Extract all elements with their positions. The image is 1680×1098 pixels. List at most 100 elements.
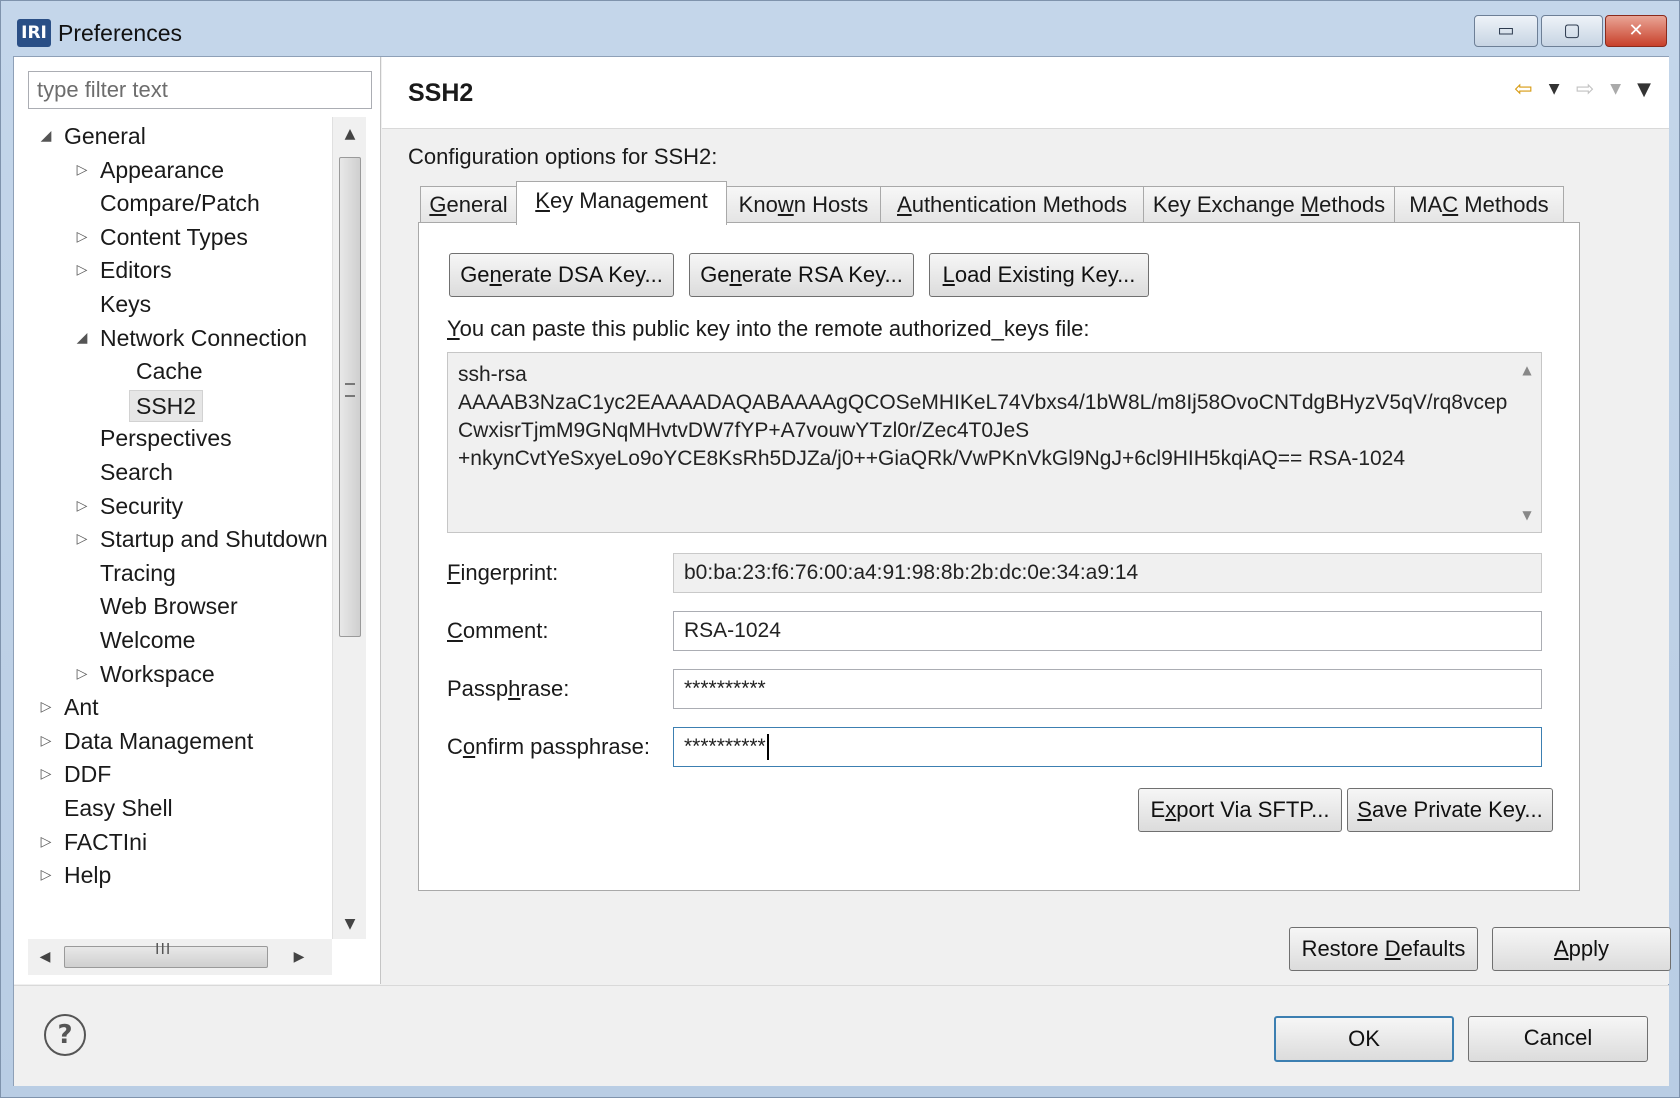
tree-item[interactable]: Compare/Patch: [28, 186, 342, 220]
tree-collapsed-icon[interactable]: ▷: [72, 522, 92, 556]
tree-item-label: Ant: [64, 694, 99, 721]
tree-item[interactable]: ▷ Editors: [28, 253, 342, 287]
tree-item[interactable]: ▷ Ant: [28, 690, 342, 724]
tree-item-label: Content Types: [100, 223, 248, 250]
forward-history-dropdown-icon[interactable]: ▼: [1610, 81, 1621, 97]
tree-item[interactable]: ▷ Content Types: [28, 220, 342, 254]
preference-page: SSH2 ⇦ ▼ ⇨ ▼ ▼ Configuration options for…: [382, 57, 1671, 984]
scroll-up-icon[interactable]: ▲: [1513, 363, 1541, 377]
tree-collapsed-icon[interactable]: ▷: [72, 657, 92, 691]
help-icon[interactable]: ?: [44, 1014, 86, 1056]
tree-item-label: Tracing: [100, 559, 176, 586]
public-key-label: You can paste this public key into the r…: [447, 316, 1090, 341]
tree-item[interactable]: ◢ General: [28, 119, 342, 153]
tree-vertical-scrollbar[interactable]: ▲ ▼: [332, 117, 366, 939]
dialog-client-area: ◢ General ▷ Appearance Compare/Patch ▷ Content…: [13, 56, 1671, 1086]
confirm-passphrase-value: **********: [684, 735, 766, 758]
window-title: Preferences: [58, 20, 183, 46]
tree-item[interactable]: Keys: [28, 287, 342, 321]
tree-horizontal-scroll-thumb[interactable]: III: [64, 941, 268, 968]
tree-collapsed-icon[interactable]: ▷: [36, 690, 56, 724]
tree-item[interactable]: Perspectives: [28, 421, 342, 455]
tree-item[interactable]: ▷ Appearance: [28, 153, 342, 187]
tree-horizontal-scrollbar[interactable]: ◀ III ▶: [28, 939, 332, 975]
tree-item[interactable]: ▷ Help: [28, 858, 342, 892]
tree-collapsed-icon[interactable]: ▷: [72, 253, 92, 287]
title-bar[interactable]: IRI Preferences ▭ ▢ ✕: [1, 1, 1680, 63]
forward-arrow-icon[interactable]: ⇨: [1576, 77, 1594, 102]
tree-item-label: Data Management: [64, 727, 254, 754]
tree-vertical-scroll-thumb[interactable]: [339, 157, 361, 637]
tree-item[interactable]: Cache: [28, 354, 342, 388]
apply-button[interactable]: Apply: [1492, 927, 1671, 971]
tab-general[interactable]: General: [420, 186, 517, 223]
tree-expanded-icon[interactable]: ◢: [72, 321, 92, 355]
tree-item-label: Perspectives: [100, 425, 232, 452]
ok-button[interactable]: OK: [1274, 1016, 1454, 1062]
app-logo-icon: IRI: [17, 19, 51, 47]
tree-item[interactable]: ▷ Startup and Shutdown: [28, 522, 342, 556]
tab-key-exchange-methods[interactable]: Key Exchange Methods: [1143, 186, 1395, 223]
scroll-down-icon[interactable]: ▼: [333, 909, 367, 939]
tree-item-label: Compare/Patch: [100, 190, 260, 217]
tree-collapsed-icon[interactable]: ▷: [72, 489, 92, 523]
tree-collapsed-icon[interactable]: ▷: [36, 825, 56, 859]
tree-collapsed-icon[interactable]: ▷: [72, 153, 92, 187]
tree-collapsed-icon[interactable]: ▷: [36, 724, 56, 758]
tree-item[interactable]: Welcome: [28, 623, 342, 657]
maximize-button[interactable]: ▢: [1541, 15, 1603, 47]
tree-item-label: Workspace: [100, 660, 215, 687]
generate-dsa-key-button[interactable]: Generate DSA Key...: [449, 253, 674, 297]
tree-item[interactable]: ▷ Workspace: [28, 657, 342, 691]
scroll-up-icon[interactable]: ▲: [333, 119, 367, 149]
back-arrow-icon[interactable]: ⇦: [1514, 77, 1532, 102]
generate-rsa-key-button[interactable]: Generate RSA Key...: [689, 253, 914, 297]
tree-item[interactable]: Search: [28, 455, 342, 489]
tree-collapsed-icon[interactable]: ▷: [72, 220, 92, 254]
tree-item[interactable]: Tracing: [28, 556, 342, 590]
view-menu-icon[interactable]: ▼: [1637, 79, 1651, 100]
tree-item[interactable]: ◢ Network Connection: [28, 321, 342, 355]
scroll-left-icon[interactable]: ◀: [30, 939, 60, 975]
tab-mac-methods[interactable]: MAC Methods: [1394, 186, 1564, 223]
tree-collapsed-icon[interactable]: ▷: [36, 757, 56, 791]
public-key-scrollbar[interactable]: ▲ ▼: [1513, 353, 1541, 532]
tree-item-label: Security: [100, 492, 184, 519]
export-via-sftp-button[interactable]: Export Via SFTP...: [1138, 788, 1342, 832]
tree-item-label: Easy Shell: [64, 795, 173, 821]
restore-defaults-button[interactable]: Restore Defaults: [1289, 927, 1478, 971]
maximize-icon: ▢: [1563, 20, 1581, 41]
tab-authentication-methods[interactable]: Authentication Methods: [880, 186, 1144, 223]
load-existing-key-button[interactable]: Load Existing Key...: [929, 253, 1149, 297]
minimize-button[interactable]: ▭: [1474, 15, 1538, 47]
tree-item[interactable]: Easy Shell: [28, 791, 342, 825]
tab-key-management[interactable]: Key Management: [516, 181, 727, 225]
page-navigation: ⇦ ▼ ⇨ ▼ ▼: [1504, 75, 1651, 105]
scroll-down-icon[interactable]: ▼: [1513, 508, 1541, 522]
tab-known-hosts[interactable]: Known Hosts: [726, 186, 881, 223]
tree-item[interactable]: ▷ FACTIni: [28, 825, 342, 859]
confirm-passphrase-field[interactable]: **********: [673, 727, 1542, 767]
scroll-right-icon[interactable]: ▶: [284, 939, 314, 975]
tree-item[interactable]: ▷ Data Management: [28, 724, 342, 758]
close-icon: ✕: [1628, 20, 1644, 41]
tree-item[interactable]: SSH2: [28, 388, 342, 422]
close-button[interactable]: ✕: [1605, 15, 1667, 47]
tree-item-label: Appearance: [100, 156, 225, 183]
tree-collapsed-icon[interactable]: ▷: [36, 858, 56, 892]
public-key-textarea[interactable]: ssh-rsa AAAAB3NzaC1yc2EAAAADAQABAAAAgQCO…: [447, 352, 1542, 533]
filter-input[interactable]: [28, 71, 372, 109]
tree-item[interactable]: ▷ DDF: [28, 757, 342, 791]
passphrase-field[interactable]: **********: [673, 669, 1542, 709]
save-private-key-button[interactable]: Save Private Key...: [1347, 788, 1553, 832]
tree-item[interactable]: Web Browser: [28, 589, 342, 623]
back-history-dropdown-icon[interactable]: ▼: [1549, 81, 1560, 97]
tree-item[interactable]: ▷ Security: [28, 489, 342, 523]
public-key-text[interactable]: ssh-rsa AAAAB3NzaC1yc2EAAAADAQABAAAAgQCO…: [458, 361, 1508, 473]
tree-item-label: Network Connection: [100, 324, 308, 351]
tree-expanded-icon[interactable]: ◢: [36, 119, 56, 153]
fingerprint-field[interactable]: b0:ba:23:f6:76:00:a4:91:98:8b:2b:dc:0e:3…: [673, 553, 1542, 593]
comment-field[interactable]: RSA-1024: [673, 611, 1542, 651]
preferences-window: IRI Preferences ▭ ▢ ✕ ◢ General ▷ Appearanc…: [0, 0, 1680, 1098]
cancel-button[interactable]: Cancel: [1468, 1016, 1648, 1062]
